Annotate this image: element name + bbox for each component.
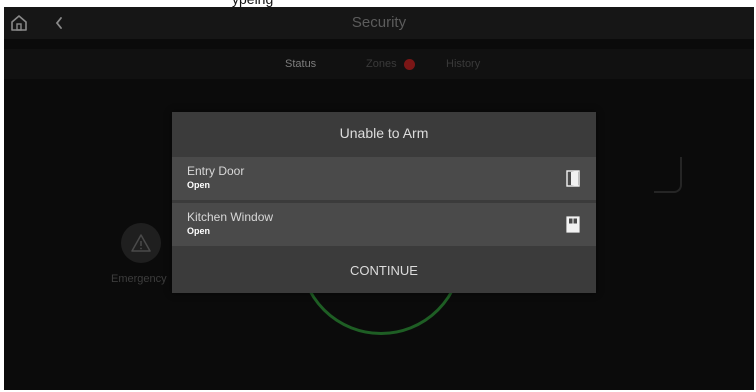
zones-badge: [404, 59, 415, 70]
top-bar: Security: [4, 7, 754, 39]
tab-bar: Status Zones History: [4, 49, 754, 79]
emergency-button[interactable]: [121, 223, 161, 263]
zone-name: Kitchen Window: [187, 210, 274, 224]
security-screen: Security Status Zones History Emergency …: [4, 7, 754, 390]
tab-history[interactable]: History: [446, 49, 480, 79]
zone-state: Open: [187, 180, 211, 190]
continue-button[interactable]: CONTINUE: [172, 248, 596, 293]
window-open-icon: [566, 216, 580, 233]
tab-zones[interactable]: Zones: [366, 49, 397, 79]
page-title: Security: [351, 14, 407, 31]
warning-icon: [131, 234, 151, 252]
background-bracket: [654, 157, 682, 193]
dialog-title: Unable to Arm: [339, 125, 429, 141]
caption-text: ypeing: [232, 0, 273, 7]
unable-to-arm-dialog: Unable to Arm Entry Door Open Kitchen Wi…: [172, 112, 596, 293]
door-open-icon: [566, 170, 580, 187]
zone-state: Open: [187, 226, 211, 236]
emergency-label: Emergency: [111, 273, 167, 285]
zone-name: Entry Door: [187, 164, 245, 178]
tab-status[interactable]: Status: [285, 49, 316, 79]
zone-row-entry-door[interactable]: Entry Door Open: [172, 157, 596, 200]
zone-row-kitchen-window[interactable]: Kitchen Window Open: [172, 203, 596, 246]
